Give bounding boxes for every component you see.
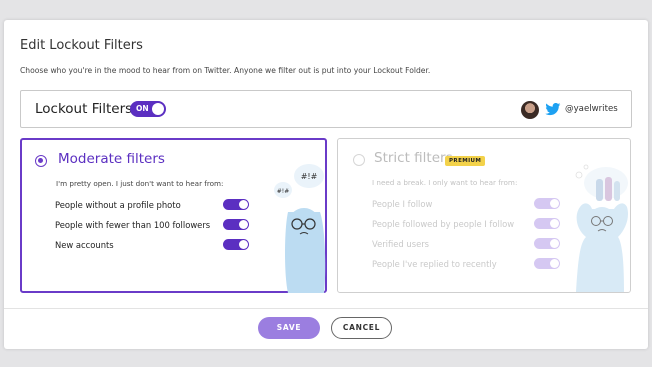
moderate-illustration: #!# #!# (274, 164, 326, 293)
avatar (521, 101, 539, 119)
lockout-toggle[interactable]: ON (130, 101, 166, 117)
premium-badge: PREMIUM (445, 156, 486, 166)
lockout-toggle-text: ON (136, 104, 149, 113)
moderate-filters-title: Moderate filters (58, 151, 165, 167)
filter-toggle-new-accounts[interactable] (223, 239, 249, 250)
filter-label: Verified users (372, 239, 430, 249)
cancel-button[interactable]: CANCEL (331, 317, 392, 339)
lockout-filters-label: Lockout Filters (35, 101, 133, 117)
filter-toggle-replied-recently[interactable] (534, 258, 560, 269)
edit-lockout-filters-dialog: Edit Lockout Filters Choose who you're i… (4, 20, 648, 349)
account-handle: @yaelwrites (565, 104, 618, 114)
strict-filters-description: I need a break. I only want to hear from… (372, 178, 518, 187)
strict-filters-panel[interactable]: Strict filters PREMIUM I need a break. I… (337, 138, 631, 293)
filter-label: People followed by people I follow (372, 219, 515, 229)
moderate-filters-panel[interactable]: Moderate filters I'm pretty open. I just… (20, 138, 327, 293)
filter-label: New accounts (55, 240, 114, 250)
filter-toggle-followed-by-follows[interactable] (534, 218, 560, 229)
radio-unselected-icon[interactable] (353, 154, 365, 166)
radio-selected-icon[interactable] (35, 155, 47, 167)
dialog-subtitle: Choose who you're in the mood to hear fr… (20, 66, 431, 75)
strict-illustration (575, 164, 628, 292)
speech-text-small: #!# (277, 188, 289, 195)
footer-divider (4, 308, 648, 309)
filter-label: People I follow (372, 199, 433, 209)
filter-label: People I've replied to recently (372, 259, 497, 269)
filter-toggle-people-i-follow[interactable] (534, 198, 560, 209)
toggle-knob (152, 103, 164, 115)
filter-toggle-no-photo[interactable] (223, 199, 249, 210)
filter-toggle-verified[interactable] (534, 238, 560, 249)
strict-filters-title: Strict filters (374, 150, 453, 166)
moderate-filters-description: I'm pretty open. I just don't want to he… (56, 179, 224, 188)
save-button[interactable]: SAVE (258, 317, 320, 339)
speech-text-large: #!# (301, 172, 318, 181)
filter-label: People without a profile photo (55, 200, 181, 210)
filter-toggle-few-followers[interactable] (223, 219, 249, 230)
filter-label: People with fewer than 100 followers (55, 220, 211, 230)
dialog-title: Edit Lockout Filters (20, 38, 143, 53)
lockout-filters-bar: Lockout Filters ON @yaelwrites (20, 90, 632, 128)
twitter-bird-icon (545, 102, 561, 116)
